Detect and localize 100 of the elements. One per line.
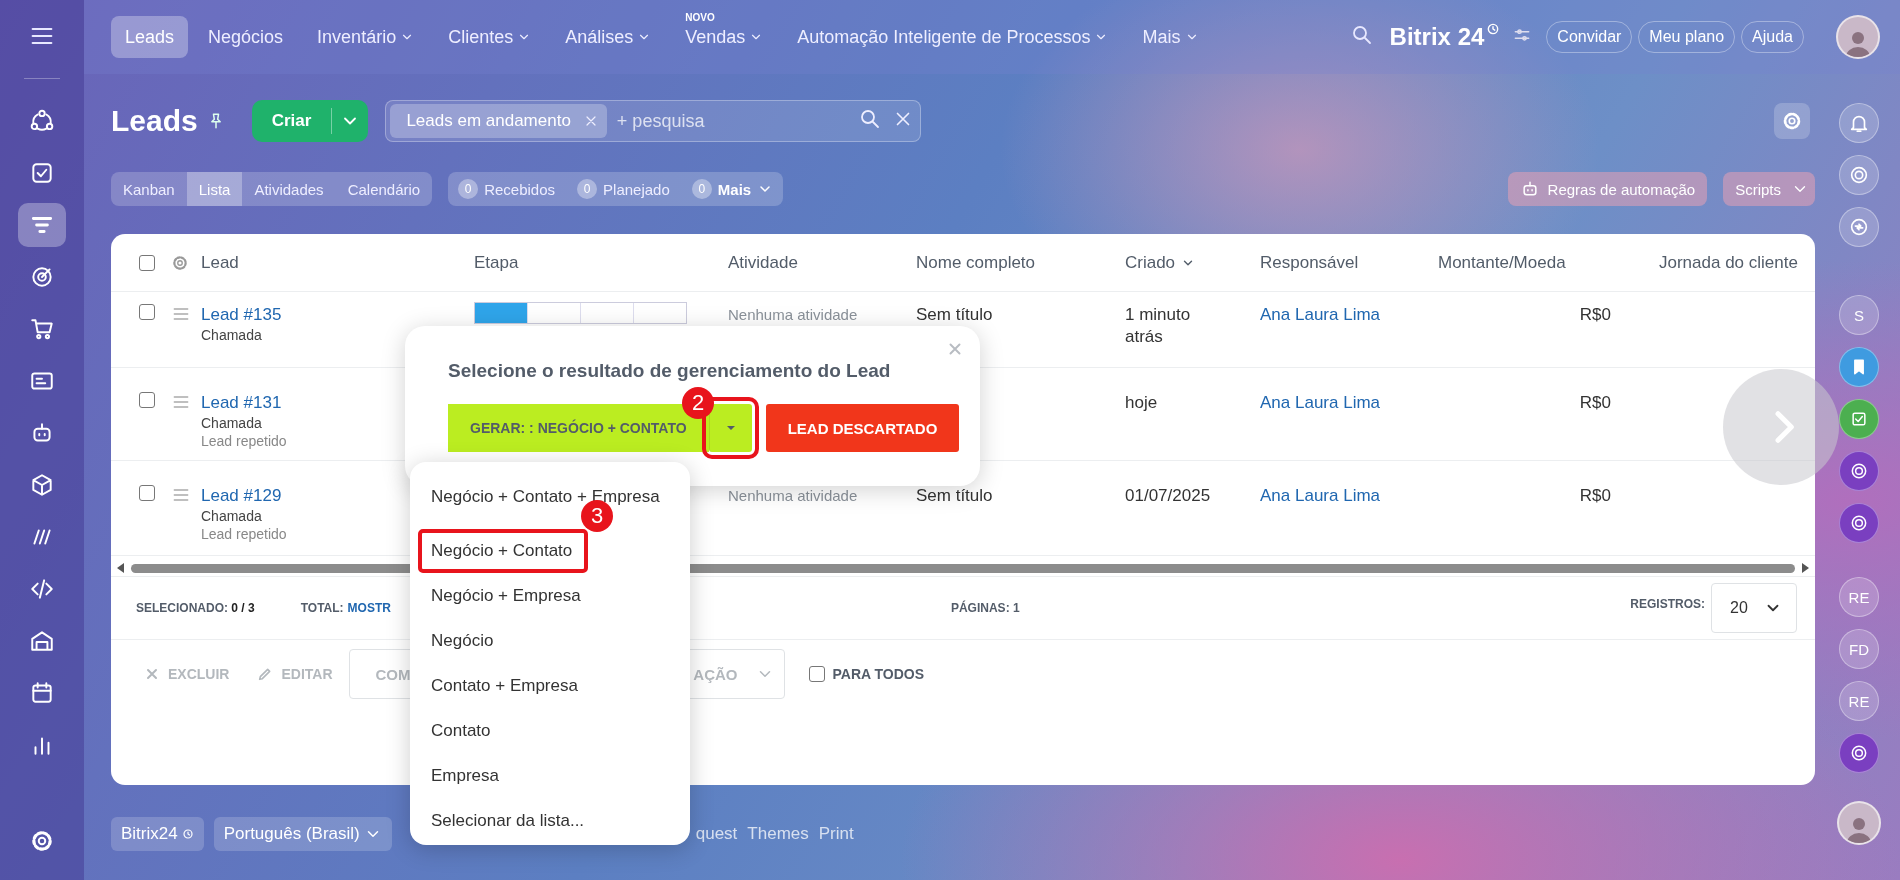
menu-item[interactable]: Negócio: [418, 628, 507, 654]
user-avatar[interactable]: [1836, 15, 1880, 59]
footer-link[interactable]: Print: [818, 824, 854, 844]
checkbox-label: PARA TODOS: [832, 666, 925, 682]
footer-link[interactable]: Themes: [747, 824, 809, 844]
contact-avatar[interactable]: RE: [1839, 577, 1879, 617]
counter-filter[interactable]: 0 Recebidos: [458, 179, 556, 199]
show-total-link[interactable]: MOSTR: [347, 601, 391, 615]
lead-note: Lead repetido: [201, 432, 288, 450]
settings-icon[interactable]: [29, 828, 55, 854]
table-cell: R$0: [1579, 486, 1611, 505]
network-icon[interactable]: [29, 108, 55, 134]
checkbox[interactable]: [139, 304, 155, 320]
checkbox[interactable]: [139, 485, 155, 501]
column-header[interactable]: Montante/Moeda: [1430, 234, 1651, 291]
calendar-icon[interactable]: [29, 680, 55, 706]
lead-note: Lead repetido: [201, 525, 288, 543]
stage-bar[interactable]: [474, 302, 687, 324]
task-icon: [1849, 409, 1869, 429]
table-cell: Nenhuma atividade: [728, 487, 858, 504]
menu-item[interactable]: Selecionar da lista...: [418, 808, 598, 834]
table-cell: Nenhuma atividade: [728, 306, 858, 323]
target-icon[interactable]: [29, 264, 55, 290]
footer-link[interactable]: quest: [695, 824, 738, 844]
menu-item[interactable]: Negócio + Empresa: [418, 583, 594, 609]
nav-tab[interactable]: Automação Inteligente de Processos: [783, 16, 1123, 58]
gear-icon[interactable]: [171, 253, 189, 272]
nav-tab[interactable]: Negócios: [194, 16, 298, 58]
lead-source: Chamada: [201, 326, 263, 344]
nav-tab[interactable]: Análises: [551, 16, 666, 58]
warehouse-icon[interactable]: [29, 628, 55, 654]
view-tab[interactable]: Kanban: [111, 172, 187, 206]
user-link[interactable]: Ana Laura Lima: [1260, 486, 1381, 505]
view-tab[interactable]: Calendário: [335, 172, 433, 206]
close-icon: [144, 666, 160, 682]
clock-icon: [181, 828, 194, 840]
column-header[interactable]: Responsável: [1252, 234, 1430, 291]
app-button[interactable]: [1839, 451, 1879, 491]
task-button[interactable]: [1839, 399, 1879, 439]
discard-lead-button[interactable]: LEAD DESCARTADO: [765, 404, 960, 452]
menu-item[interactable]: Empresa: [418, 763, 513, 789]
nav-tab[interactable]: Leads: [111, 16, 189, 58]
select-all-checkbox[interactable]: [139, 254, 155, 271]
create-button[interactable]: Criar: [251, 100, 369, 142]
counter-filter[interactable]: 0 Mais: [691, 179, 774, 199]
page-title: Leads: [111, 104, 198, 138]
chat-icon: [1848, 216, 1870, 238]
user-link[interactable]: Ana Laura Lima: [1260, 305, 1381, 324]
checkbox[interactable]: [139, 392, 155, 408]
clock-icon: [1486, 22, 1501, 36]
notifications-button[interactable]: [1839, 103, 1879, 143]
sidebar-item[interactable]: [18, 203, 66, 247]
settings-button[interactable]: [1774, 103, 1810, 139]
user-link[interactable]: Ana Laura Lima: [1260, 393, 1381, 412]
records-select[interactable]: 20: [1711, 583, 1797, 633]
user-avatar[interactable]: [1837, 801, 1881, 845]
contact-avatar[interactable]: RE: [1839, 681, 1879, 721]
column-header[interactable]: Atividade: [720, 234, 908, 291]
brand-logo[interactable]: Bitrix 24: [1389, 23, 1485, 51]
column-header[interactable]: Jornada do cliente: [1651, 234, 1815, 291]
swirl-icon: [1849, 513, 1869, 533]
gear-icon: [1781, 110, 1803, 132]
cart-icon[interactable]: [29, 316, 55, 342]
app-button[interactable]: [1839, 733, 1879, 773]
scripts-button[interactable]: Scripts: [1723, 172, 1815, 206]
menu-item[interactable]: Contato: [418, 718, 504, 744]
menu-item[interactable]: Contato + Empresa: [418, 673, 591, 699]
view-tab[interactable]: Lista: [186, 172, 243, 206]
swirl-icon: [1849, 461, 1869, 481]
app-button[interactable]: [1839, 503, 1879, 543]
column-header[interactable]: Etapa: [466, 234, 720, 291]
nav-tab[interactable]: Clientes: [434, 16, 546, 58]
cube-icon[interactable]: [29, 472, 55, 498]
view-tab[interactable]: Atividades: [242, 172, 336, 206]
nav-tab[interactable]: Mais: [1128, 16, 1213, 58]
bookmark-button[interactable]: [1839, 347, 1879, 387]
column-header[interactable]: Nome completo: [908, 234, 1117, 291]
checkbox[interactable]: [808, 666, 825, 682]
scroll-right-icon[interactable]: [1801, 563, 1809, 573]
table-cell: R$0: [1579, 393, 1611, 412]
column-header[interactable]: Lead: [193, 234, 466, 291]
filter-chip[interactable]: Leads em andamento: [390, 104, 607, 138]
nav-tab[interactable]: Inventário: [303, 16, 429, 58]
automation-rules-button[interactable]: Regras de automação: [1507, 172, 1708, 206]
contact-avatar[interactable]: S: [1839, 295, 1879, 335]
lead-source: Chamada: [201, 414, 263, 432]
scroll-left-icon[interactable]: [117, 563, 125, 573]
chat-button[interactable]: [1839, 207, 1879, 247]
column-header[interactable]: Criado: [1117, 234, 1252, 291]
swirl-icon: [1849, 743, 1869, 763]
search-field[interactable]: Leads em andamento + pesquisa: [385, 100, 922, 142]
contact-avatar[interactable]: FD: [1839, 629, 1879, 669]
brand-button[interactable]: Bitrix24: [111, 817, 204, 851]
menu-item[interactable]: Negócio + Contato: [418, 529, 589, 573]
copilot-button[interactable]: [1839, 155, 1879, 195]
code-icon[interactable]: [29, 576, 55, 602]
counter-filter[interactable]: 0 Planejado: [577, 179, 670, 199]
language-select[interactable]: Português (Brasil): [213, 817, 392, 851]
lead-link[interactable]: Lead #135: [201, 304, 458, 326]
checkbox-icon[interactable]: [29, 160, 55, 186]
